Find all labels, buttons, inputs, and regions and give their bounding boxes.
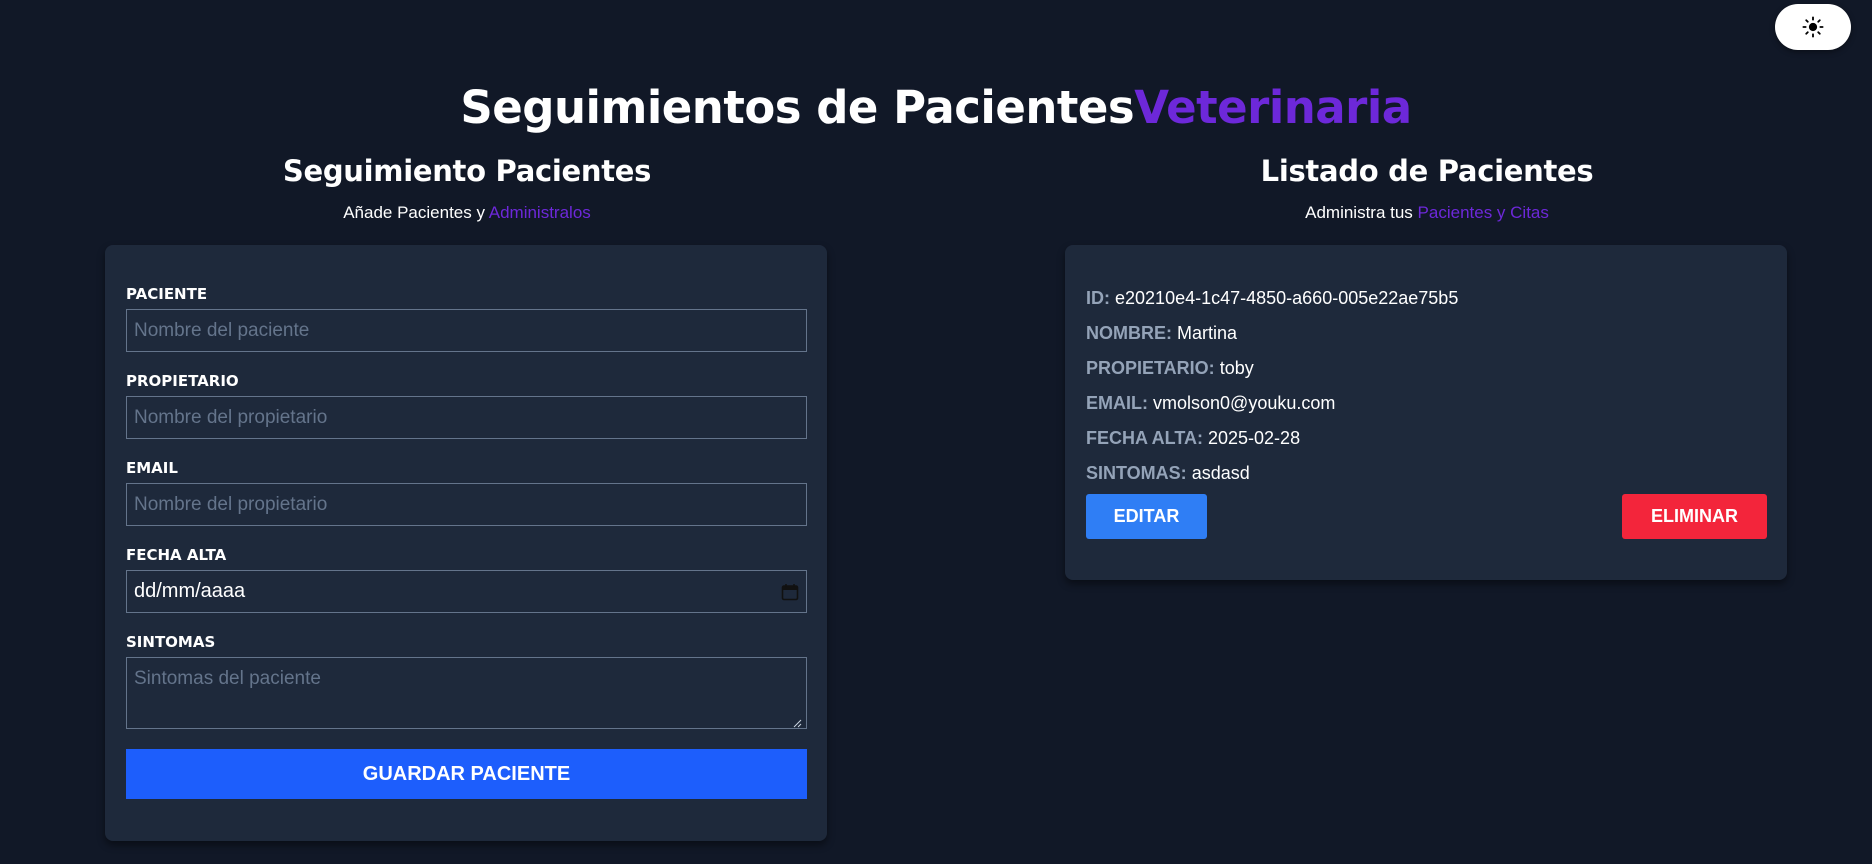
patient-nombre-label: NOMBRE: [1086,323,1172,343]
fecha-alta-input[interactable]: dd/mm/aaaa [126,570,807,613]
paciente-input[interactable] [126,309,807,352]
fecha-alta-value: dd/mm/aaaa [134,580,246,602]
list-subtitle-text: Administra tus [1305,203,1418,222]
page-title-accent: Veterinaria [1134,81,1412,134]
patient-id-value: e20210e4-1c47-4850-a660-005e22ae75b5 [1115,288,1459,308]
patient-fecha-label: FECHA ALTA: [1086,428,1203,448]
patient-fecha-value: 2025-02-28 [1208,428,1301,448]
patient-sintomas-label: SINTOMAS: [1086,463,1187,483]
patient-sintomas-value: asdasd [1191,463,1250,483]
list-section-subtitle: Administra tus Pacientes y Citas [1065,202,1789,224]
patient-nombre-value: Martina [1177,323,1238,343]
email-input[interactable] [126,483,807,526]
email-label: EMAIL [126,459,178,477]
patient-card: ID: e20210e4-1c47-4850-a660-005e22ae75b5… [1065,245,1787,580]
sintomas-textarea[interactable] [126,657,807,729]
theme-toggle-button[interactable] [1775,4,1851,50]
paciente-label: PACIENTE [126,285,208,303]
patient-propietario-row: PROPIETARIO: toby [1086,356,1254,380]
sintomas-label: SINTOMAS [126,633,216,651]
save-patient-button[interactable]: GUARDAR PACIENTE [126,749,807,799]
patient-propietario-value: toby [1219,358,1254,378]
list-subtitle-accent: Pacientes y Citas [1417,203,1549,222]
patient-id-label: ID: [1086,288,1110,308]
patient-email-label: EMAIL: [1086,393,1148,413]
patient-email-value: vmolson0@youku.com [1153,393,1336,413]
patient-nombre-row: NOMBRE: Martina [1086,321,1237,345]
patient-form: PACIENTE PROPIETARIO EMAIL FECHA ALTA dd… [105,245,827,841]
patient-sintomas-row: SINTOMAS: asdasd [1086,461,1250,485]
page-title-text: Seguimientos de Pacientes [460,81,1135,134]
form-subtitle-accent: Administralos [488,203,591,222]
propietario-input[interactable] [126,396,807,439]
patient-id-row: ID: e20210e4-1c47-4850-a660-005e22ae75b5 [1086,286,1458,310]
propietario-label: PROPIETARIO [126,372,239,390]
resize-grip-icon[interactable] [792,718,802,728]
patient-propietario-label: PROPIETARIO: [1086,358,1215,378]
page-title: Seguimientos de PacientesVeterinaria [0,80,1872,136]
delete-patient-button[interactable]: ELIMINAR [1622,494,1767,539]
edit-patient-button[interactable]: EDITAR [1086,494,1207,539]
sun-icon [1802,16,1824,38]
list-section-title: Listado de Pacientes [1260,154,1594,188]
form-section-subtitle: Añade Pacientes y Administralos [105,202,829,224]
calendar-icon[interactable] [781,583,799,601]
patient-fecha-row: FECHA ALTA: 2025-02-28 [1086,426,1300,450]
form-section-title: Seguimiento Pacientes [282,154,652,188]
patient-email-row: EMAIL: vmolson0@youku.com [1086,391,1335,415]
fecha-alta-label: FECHA ALTA [126,546,227,564]
form-subtitle-text: Añade Pacientes y [343,203,489,222]
